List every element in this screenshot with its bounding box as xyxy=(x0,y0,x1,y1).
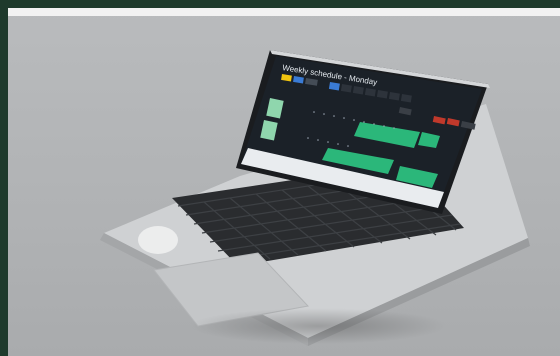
top-border xyxy=(8,8,560,16)
photo: Weekly schedule - Monday xyxy=(8,8,560,356)
laptop-illustration: Weekly schedule - Monday xyxy=(100,50,530,346)
light-reflection xyxy=(138,226,178,254)
laptop-shadow xyxy=(188,308,448,344)
